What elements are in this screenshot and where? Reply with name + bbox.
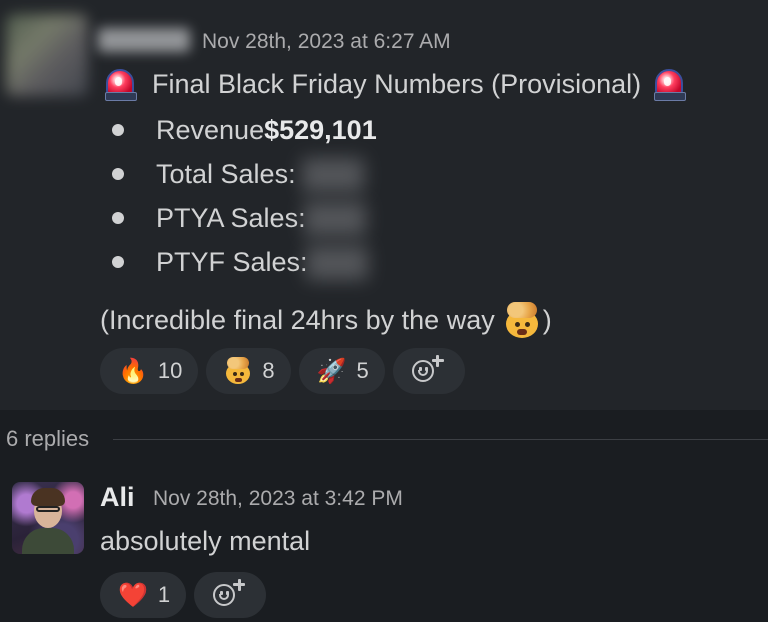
add-emoji-icon [213, 578, 247, 610]
rotating-light-icon [649, 65, 687, 103]
message-note: (Incredible final 24hrs by the way ) [100, 300, 552, 340]
ptyf-sales-label: PTYF Sales: [156, 246, 308, 277]
reply-author[interactable]: Ali [100, 482, 135, 513]
ptya-sales-label: PTYA Sales: [156, 202, 306, 233]
list-item-ptya-sales: PTYA Sales: [112, 196, 377, 240]
total-sales-label: Total Sales: [156, 158, 296, 189]
bullet-dot [112, 256, 124, 268]
fire-icon: 🔥 [118, 357, 148, 385]
rotating-light-icon [100, 65, 138, 103]
exploding-head-icon [224, 357, 252, 385]
exploding-head-icon [503, 301, 541, 339]
bullet-dot [112, 124, 124, 136]
original-message: Nov 28th, 2023 at 6:27 AM Final Black Fr… [0, 0, 768, 410]
list-item-ptyf-sales: PTYF Sales: [112, 240, 377, 284]
author-avatar-redacted[interactable] [6, 14, 88, 96]
reply-text: absolutely mental [100, 526, 311, 556]
message-title: Final Black Friday Numbers (Provisional) [100, 64, 687, 104]
note-text: (Incredible final 24hrs by the way [100, 304, 495, 335]
message-title-text: Final Black Friday Numbers (Provisional) [152, 68, 642, 99]
revenue-label: Revenue [156, 114, 265, 145]
add-reaction-button[interactable] [194, 572, 267, 618]
divider-line [113, 438, 768, 440]
bullet-dot [112, 212, 124, 224]
add-emoji-icon [411, 354, 446, 386]
revenue-value: $529,101 [264, 114, 377, 145]
replies-count[interactable]: 6 replies [6, 426, 89, 452]
reaction-count: 8 [262, 358, 275, 383]
rocket-icon: 🚀 [316, 357, 347, 385]
redacted-value [304, 202, 366, 236]
list-item-total-sales: Total Sales: [112, 152, 377, 196]
message-timestamp[interactable]: Nov 28th, 2023 at 6:27 AM [202, 30, 451, 54]
reaction-count: 1 [157, 582, 171, 607]
reaction-exploding-head[interactable]: 8 [206, 348, 291, 394]
stats-list: Revenue $529,101 Total Sales: PTYA Sales… [112, 108, 377, 284]
reply-avatar[interactable] [12, 482, 84, 554]
add-reaction-button[interactable] [392, 348, 465, 394]
bullet-dot [112, 168, 124, 180]
redacted-value [306, 246, 368, 280]
message-reactions: 🔥 10 8 🚀 5 [100, 348, 465, 394]
reaction-count: 5 [356, 358, 369, 383]
heart-icon: ❤️ [118, 581, 148, 609]
note-text-end: ) [542, 304, 552, 335]
reaction-heart[interactable]: ❤️ 1 [100, 572, 187, 618]
list-item-revenue: Revenue $529,101 [112, 108, 377, 152]
redacted-value [302, 158, 364, 192]
reaction-count: 10 [157, 358, 183, 383]
reply-timestamp[interactable]: Nov 28th, 2023 at 3:42 PM [153, 487, 403, 511]
reaction-rocket[interactable]: 🚀 5 [298, 348, 385, 394]
author-name-redacted[interactable] [98, 28, 190, 52]
reaction-fire[interactable]: 🔥 10 [100, 348, 199, 394]
thread-divider: 6 replies [0, 424, 768, 454]
reply-reactions: ❤️ 1 [100, 572, 267, 618]
